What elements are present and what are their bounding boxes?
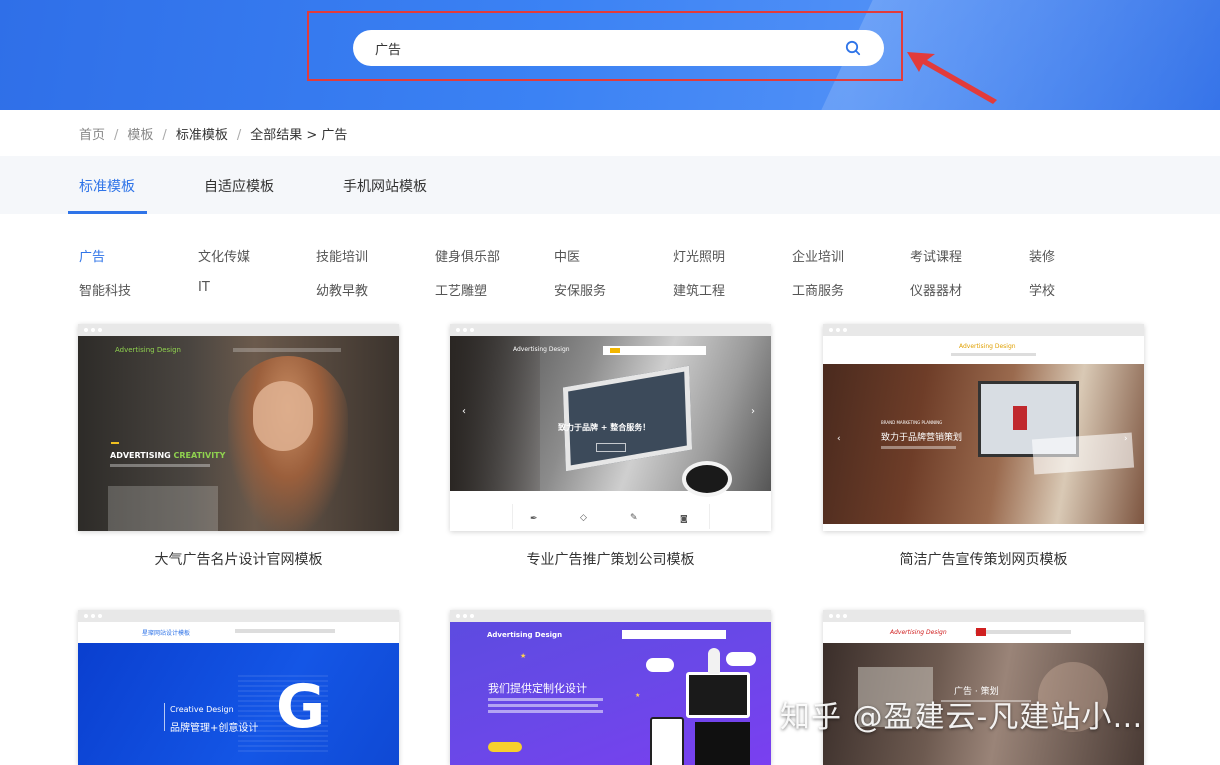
category-item[interactable]: 幼教早教 xyxy=(316,280,368,299)
search-input[interactable] xyxy=(375,38,815,58)
star-icon: ★ xyxy=(635,692,641,699)
category-item[interactable]: 考试课程 xyxy=(910,246,962,265)
category-item[interactable]: IT xyxy=(198,280,210,295)
category-item[interactable]: 装修 xyxy=(1029,246,1055,265)
category-item[interactable]: 工商服务 xyxy=(792,280,844,299)
carousel-prev-icon[interactable]: ‹ xyxy=(462,406,466,417)
brand-letter-g: G xyxy=(276,672,326,742)
template-title[interactable]: 专业广告推广策划公司模板 xyxy=(450,549,771,569)
active-tab-indicator xyxy=(68,211,147,214)
template-thumbnail[interactable]: 星璨网站设计模板 G Creative Design 品牌管理+创意设计 xyxy=(78,610,399,765)
carousel-prev-icon[interactable]: ‹ xyxy=(837,434,841,444)
template-title[interactable]: 大气广告名片设计官网模板 xyxy=(78,549,399,569)
template-thumbnail[interactable]: Advertising Design 我们提供定制化设计 ★ ★ xyxy=(450,610,771,765)
template-headline: 我们提供定制化设计 xyxy=(488,682,587,695)
breadcrumb-templates[interactable]: 模板 xyxy=(127,128,153,143)
category-item[interactable]: 广告 xyxy=(79,246,105,265)
breadcrumb: 首页 / 模板 / 标准模板 / 全部结果 > 广告 xyxy=(79,128,348,143)
diamond-icon: ◇ xyxy=(580,513,587,523)
tab-responsive[interactable]: 自适应模板 xyxy=(204,176,274,196)
camera-icon: ◙ xyxy=(680,514,688,523)
category-item[interactable]: 仪器器材 xyxy=(910,280,962,299)
template-thumbnail[interactable]: Advertising Design 广告 · 策划 xyxy=(823,610,1144,765)
category-item[interactable]: 文化传媒 xyxy=(198,246,250,265)
category-item[interactable]: 中医 xyxy=(554,246,580,265)
template-type-tabs: 标准模板 自适应模板 手机网站模板 xyxy=(0,156,1220,214)
template-headline: 致力于品牌营销策划 xyxy=(881,433,963,443)
search-box[interactable] xyxy=(353,30,884,66)
breadcrumb-standard[interactable]: 标准模板 xyxy=(176,128,228,143)
category-item[interactable]: 工艺雕塑 xyxy=(435,280,487,299)
star-icon: ★ xyxy=(520,652,527,660)
category-item[interactable]: 灯光照明 xyxy=(673,246,725,265)
zhihu-watermark: 知乎 @盈建云-凡建站小… xyxy=(780,700,1144,735)
tab-standard[interactable]: 标准模板 xyxy=(79,176,135,196)
search-banner xyxy=(0,0,1220,110)
template-logo: 星璨网站设计模板 xyxy=(142,630,191,637)
template-logo: Advertising Design xyxy=(513,346,570,353)
annotation-arrow-icon xyxy=(907,52,997,104)
template-logo: Advertising Design xyxy=(890,629,947,636)
category-item[interactable]: 学校 xyxy=(1029,280,1055,299)
template-thumbnail[interactable]: Advertising Design 致力于品牌 + 整合服务！ ‹ › ✒ ◇… xyxy=(450,324,771,531)
category-item[interactable]: 建筑工程 xyxy=(673,280,725,299)
template-line1: Creative Design xyxy=(170,705,234,714)
category-item[interactable]: 智能科技 xyxy=(79,280,131,299)
template-headline: ADVERTISING CREATIVITY xyxy=(110,451,226,460)
breadcrumb-current: 全部结果 > 广告 xyxy=(250,128,348,143)
template-logo: Advertising Design xyxy=(959,343,1016,350)
template-subtitle: BRAND MARKETING PLANNING xyxy=(881,420,943,425)
pen-nib-icon: ✒ xyxy=(530,514,538,524)
template-headline: 致力于品牌 + 整合服务！ xyxy=(558,423,651,432)
breadcrumb-home[interactable]: 首页 xyxy=(79,128,105,143)
category-item[interactable]: 健身俱乐部 xyxy=(435,246,500,265)
pencil-icon: ✎ xyxy=(630,513,638,523)
carousel-next-icon[interactable]: › xyxy=(1124,434,1128,444)
category-item[interactable]: 安保服务 xyxy=(554,280,606,299)
category-item[interactable]: 技能培训 xyxy=(316,246,368,265)
template-thumbnail[interactable]: Advertising Design BRAND MARKETING PLANN… xyxy=(823,324,1144,531)
tab-mobile[interactable]: 手机网站模板 xyxy=(343,176,427,196)
template-logo: Advertising Design xyxy=(115,346,181,354)
template-title[interactable]: 简洁广告宣传策划网页模板 xyxy=(823,549,1144,569)
search-icon[interactable] xyxy=(845,40,861,56)
category-item[interactable]: 企业培训 xyxy=(792,246,844,265)
template-line2: 品牌管理+创意设计 xyxy=(170,723,259,734)
template-logo: Advertising Design xyxy=(487,631,563,639)
template-thumbnail[interactable]: Advertising Design ADVERTISING CREATIVIT… xyxy=(78,324,399,531)
carousel-next-icon[interactable]: › xyxy=(751,406,755,417)
